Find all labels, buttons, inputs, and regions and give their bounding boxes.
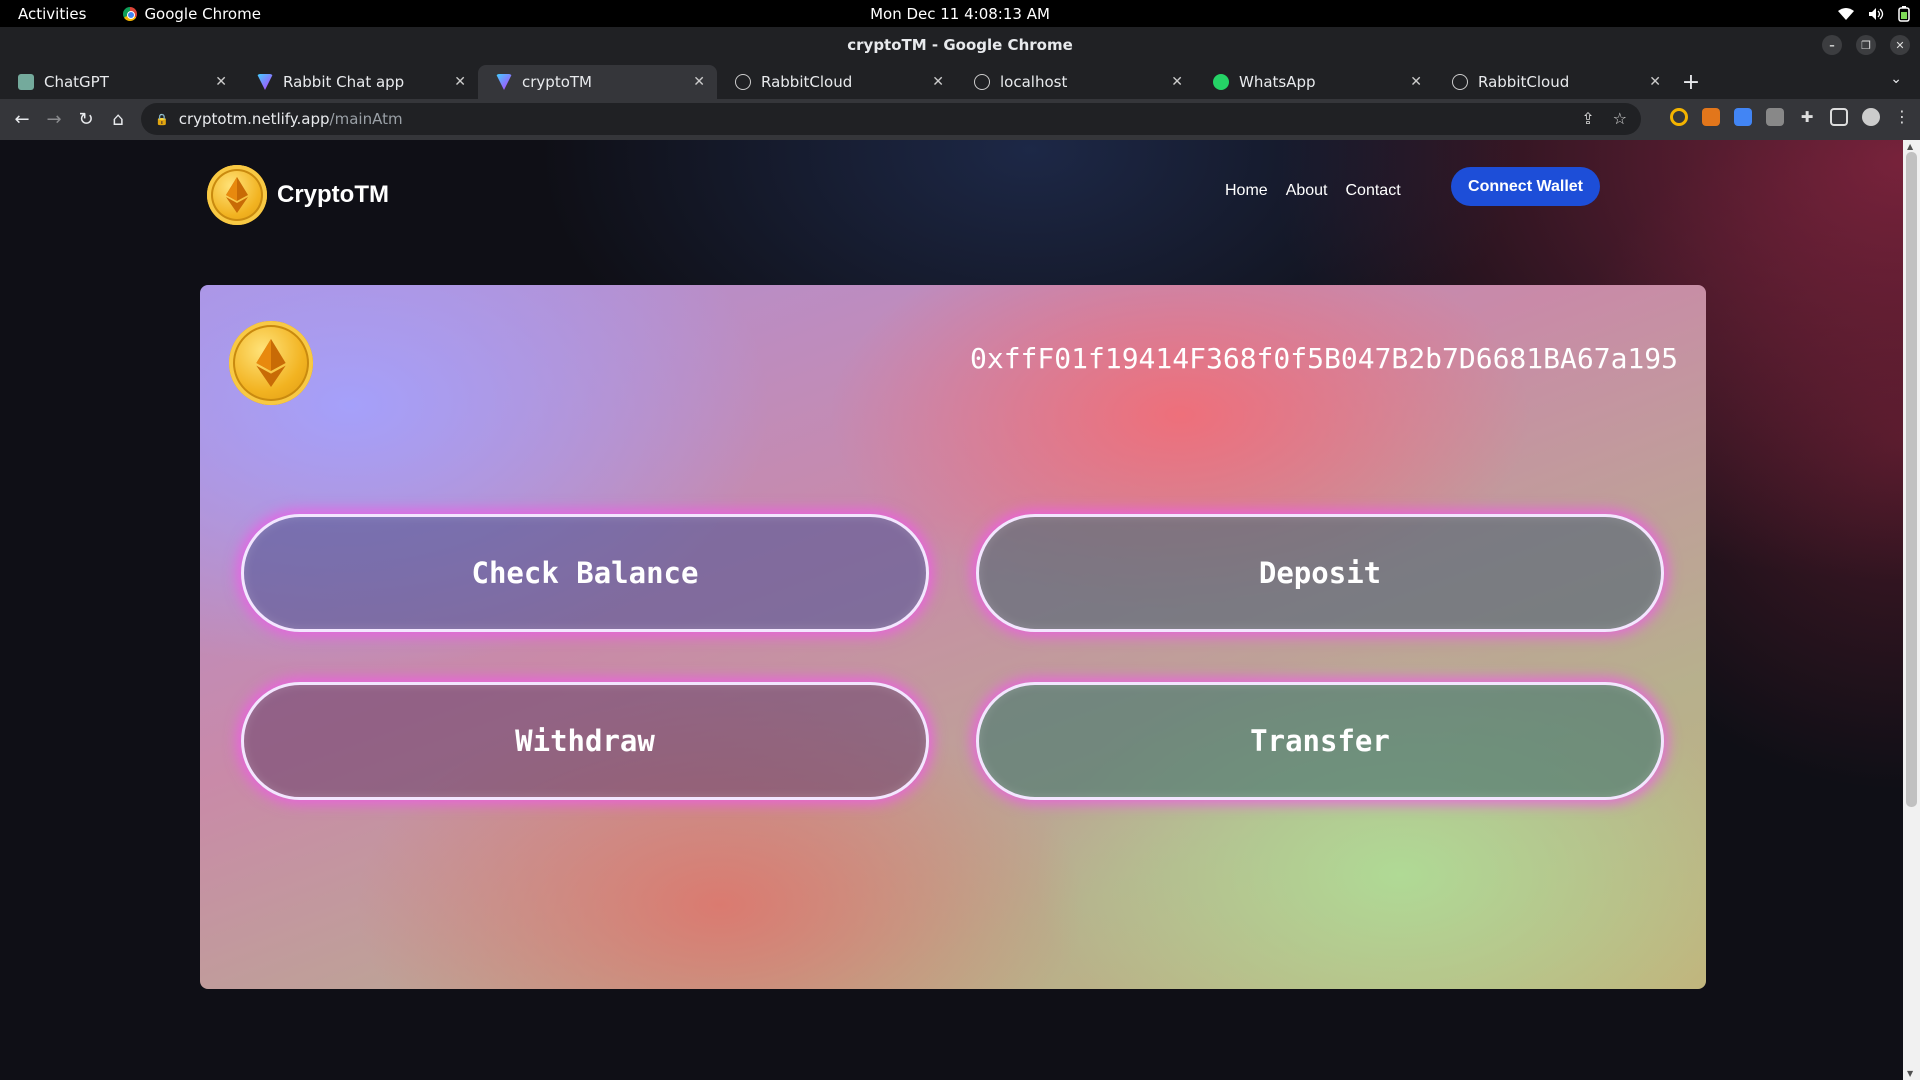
- side-panel-icon[interactable]: [1830, 107, 1848, 126]
- tab-label: RabbitCloud: [1478, 73, 1570, 91]
- tab-close-icon[interactable]: ✕: [454, 74, 466, 90]
- volume-icon: [1869, 7, 1884, 20]
- whatsapp-icon: [1213, 74, 1229, 90]
- tab-close-icon[interactable]: ✕: [1410, 74, 1422, 90]
- system-tray[interactable]: [1838, 5, 1910, 22]
- close-icon[interactable]: ✕: [1890, 35, 1910, 55]
- connect-wallet-button[interactable]: Connect Wallet: [1451, 167, 1600, 206]
- globe-icon: [1452, 74, 1468, 90]
- tab-chatgpt[interactable]: ChatGPT ✕: [0, 65, 239, 99]
- back-arrow-icon[interactable]: ←: [6, 104, 38, 136]
- new-tab-button[interactable]: +: [1673, 65, 1709, 99]
- tab-label: localhost: [1000, 73, 1068, 91]
- lock-icon[interactable]: 🔒: [155, 113, 169, 126]
- scroll-down-arrow-icon[interactable]: ▼: [1907, 1069, 1913, 1078]
- app-name: Google Chrome: [144, 4, 261, 23]
- deposit-button[interactable]: Deposit: [976, 514, 1664, 632]
- metamask-icon[interactable]: [1702, 107, 1720, 126]
- share-icon[interactable]: ⇪: [1581, 109, 1594, 128]
- url-path: /mainAtm: [329, 110, 403, 128]
- site-navbar: CryptoTM Home About Contact Connect Wall…: [207, 165, 1600, 225]
- tab-rabbitcloud-2[interactable]: RabbitCloud ✕: [1434, 65, 1673, 99]
- minimize-icon[interactable]: –: [1822, 35, 1842, 55]
- globe-icon: [974, 74, 990, 90]
- wallet-address: 0xffF01f19414F368f0f5B047B2b7D6681BA67a1…: [969, 342, 1678, 375]
- tab-search-chevron-icon[interactable]: ⌄: [1890, 71, 1902, 87]
- tab-close-icon[interactable]: ✕: [215, 74, 227, 90]
- extensions-area: ✚ ⋮: [1670, 107, 1910, 126]
- nav-home-link[interactable]: Home: [1225, 182, 1268, 200]
- browser-toolbar: ← → ↻ ⌂ 🔒 cryptotm.netlify.app/mainAtm ⇪…: [0, 99, 1920, 140]
- tab-close-icon[interactable]: ✕: [932, 74, 944, 90]
- menu-kebab-icon[interactable]: ⋮: [1894, 107, 1910, 126]
- reload-icon[interactable]: ↻: [70, 104, 102, 136]
- tab-label: WhatsApp: [1239, 73, 1316, 91]
- transfer-button[interactable]: Transfer: [976, 682, 1664, 800]
- tab-label: RabbitCloud: [761, 73, 853, 91]
- check-balance-button[interactable]: Check Balance: [241, 514, 929, 632]
- color-extension-icon[interactable]: [1670, 107, 1688, 126]
- scroll-up-arrow-icon[interactable]: ▲: [1907, 142, 1913, 151]
- nav-links: Home About Contact: [1225, 182, 1401, 200]
- maximize-icon[interactable]: ❐: [1856, 35, 1876, 55]
- home-icon[interactable]: ⌂: [102, 104, 134, 136]
- vite-icon: [496, 74, 512, 90]
- clock[interactable]: Mon Dec 11 4:08:13 AM: [0, 5, 1920, 23]
- page-scrollbar[interactable]: ▲ ▼: [1903, 140, 1920, 1080]
- address-bar[interactable]: 🔒 cryptotm.netlify.app/mainAtm ⇪ ☆: [141, 103, 1641, 135]
- tab-whatsapp[interactable]: WhatsApp ✕: [1195, 65, 1434, 99]
- tab-label: ChatGPT: [44, 73, 109, 91]
- tab-strip: ChatGPT ✕ Rabbit Chat app ✕ cryptoTM ✕ R…: [0, 63, 1920, 99]
- atm-card: 0xffF01f19414F368f0f5B047B2b7D6681BA67a1…: [200, 285, 1706, 989]
- ethereum-coin-icon: [229, 321, 313, 405]
- wifi-icon: [1838, 7, 1854, 20]
- brand-name: CryptoTM: [277, 181, 389, 208]
- window-title-bar: cryptoTM - Google Chrome – ❐ ✕: [0, 27, 1920, 63]
- forward-arrow-icon[interactable]: →: [38, 104, 70, 136]
- tab-rabbit-chat-app[interactable]: Rabbit Chat app ✕: [239, 65, 478, 99]
- tab-cryptotm[interactable]: cryptoTM ✕: [478, 65, 717, 99]
- tab-close-icon[interactable]: ✕: [1171, 74, 1183, 90]
- vite-icon: [257, 74, 273, 90]
- chrome-icon: [123, 6, 138, 21]
- chatgpt-icon: [18, 74, 34, 90]
- extensions-puzzle-icon[interactable]: ✚: [1798, 108, 1816, 126]
- tab-localhost[interactable]: localhost ✕: [956, 65, 1195, 99]
- nav-about-link[interactable]: About: [1286, 182, 1328, 200]
- page-viewport: CryptoTM Home About Contact Connect Wall…: [0, 140, 1903, 1080]
- globe-icon: [735, 74, 751, 90]
- activities-button[interactable]: Activities: [18, 5, 86, 23]
- brand[interactable]: CryptoTM: [207, 165, 389, 225]
- ethereum-coin-logo: [207, 165, 267, 225]
- window-title: cryptoTM - Google Chrome: [847, 36, 1073, 54]
- tab-label: cryptoTM: [522, 73, 592, 91]
- cube-extension-icon[interactable]: [1766, 107, 1784, 126]
- url-host: cryptotm.netlify.app: [178, 110, 330, 128]
- system-top-bar: Activities Google Chrome Mon Dec 11 4:08…: [0, 0, 1920, 27]
- profile-avatar[interactable]: [1862, 107, 1880, 126]
- withdraw-button[interactable]: Withdraw: [241, 682, 929, 800]
- tab-close-icon[interactable]: ✕: [1649, 74, 1661, 90]
- app-menu[interactable]: Google Chrome: [123, 5, 261, 23]
- bookmark-star-icon[interactable]: ☆: [1613, 109, 1627, 128]
- scrollbar-thumb[interactable]: [1906, 152, 1917, 807]
- nav-contact-link[interactable]: Contact: [1346, 182, 1401, 200]
- tab-label: Rabbit Chat app: [283, 73, 405, 91]
- tab-close-icon[interactable]: ✕: [693, 74, 705, 90]
- battery-icon: [1898, 5, 1910, 22]
- translate-extension-icon[interactable]: [1734, 107, 1752, 126]
- tab-rabbitcloud[interactable]: RabbitCloud ✕: [717, 65, 956, 99]
